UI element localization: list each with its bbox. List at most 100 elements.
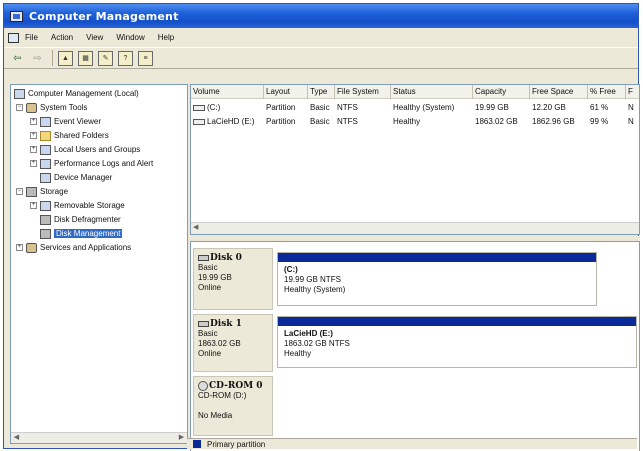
free-space-cell: 12.20 GB (532, 103, 566, 112)
tree-item-label: Local Users and Groups (54, 145, 141, 154)
expand-icon[interactable]: + (30, 146, 37, 153)
capacity-cell: 19.99 GB (475, 103, 509, 112)
tree-item-label: Disk Defragmenter (54, 215, 121, 224)
drive-icon (193, 104, 205, 111)
disk-state: Online (198, 283, 222, 292)
device-manager-icon (40, 172, 51, 183)
computer-management-window: Computer Management File Action View Win… (3, 3, 640, 451)
tree-item-removable-storage[interactable]: + Removable Storage (30, 199, 125, 212)
table-row[interactable]: LaCieHD (E:) Partition Basic NTFS Health… (191, 115, 639, 129)
percent-free-cell: 61 % (590, 103, 609, 112)
partition-detail: 1863.02 GB NTFS (284, 339, 350, 348)
column-header-layout[interactable]: Layout (264, 85, 308, 99)
forward-arrow-icon[interactable]: ⇨ (30, 51, 45, 66)
disk-name: CD-ROM 0 (198, 381, 268, 391)
title-bar[interactable]: Computer Management (4, 4, 638, 28)
show-hide-tree-icon[interactable]: ▦ (78, 50, 93, 66)
scroll-left-icon[interactable]: ◀ (193, 223, 198, 231)
column-header-status[interactable]: Status (391, 85, 473, 99)
partition-e[interactable]: LaCieHD (E:) 1863.02 GB NTFS Healthy (277, 316, 637, 368)
expand-icon[interactable]: + (30, 202, 37, 209)
disk-size (198, 401, 268, 411)
partition-name: (C:) (284, 265, 298, 274)
tree-item-performance-logs[interactable]: + Performance Logs and Alert (30, 157, 153, 170)
volume-list-horizontal-scrollbar[interactable]: ◀ (191, 222, 639, 234)
expand-icon[interactable]: + (30, 118, 37, 125)
expand-icon[interactable]: + (16, 244, 23, 251)
tree-item-computer-management[interactable]: Computer Management (Local) (14, 87, 139, 100)
collapse-icon[interactable]: − (16, 104, 23, 111)
back-arrow-icon[interactable]: ⇦ (10, 51, 25, 66)
disk-1-label[interactable]: Disk 1 Basic 1863.02 GB Online (193, 314, 273, 372)
partition-status: Healthy (System) (284, 285, 346, 294)
column-header-type[interactable]: Type (308, 85, 335, 99)
column-header-capacity[interactable]: Capacity (473, 85, 530, 99)
tree-horizontal-scrollbar[interactable]: ◀ ▶ (11, 432, 187, 443)
hard-disk-icon (198, 255, 209, 261)
tree-item-device-manager[interactable]: Device Manager (40, 171, 112, 184)
tools-icon (26, 102, 37, 113)
column-header-free-space[interactable]: Free Space (530, 85, 588, 99)
volume-name: LaCieHD (E:) (207, 117, 255, 126)
column-header-fault-tolerance[interactable]: F (626, 85, 639, 99)
scroll-left-icon[interactable]: ◀ (11, 433, 22, 443)
tree-item-system-tools[interactable]: − System Tools (16, 101, 87, 114)
properties-icon[interactable]: ✎ (98, 50, 113, 66)
partition-name: LaCieHD (E:) (284, 329, 333, 338)
column-header-file-system[interactable]: File System (335, 85, 391, 99)
menu-view[interactable]: View (86, 33, 103, 42)
collapse-icon[interactable]: − (16, 188, 23, 195)
tree-item-label: Services and Applications (40, 243, 132, 252)
tree-item-storage[interactable]: − Storage (16, 185, 68, 198)
scroll-right-icon[interactable]: ▶ (176, 433, 187, 443)
column-header-percent-free[interactable]: % Free (588, 85, 626, 99)
tree-item-local-users[interactable]: + Local Users and Groups (30, 143, 140, 156)
storage-icon (26, 186, 37, 197)
free-space-cell: 1862.96 GB (532, 117, 575, 126)
removable-storage-icon (40, 200, 51, 211)
menu-action[interactable]: Action (51, 33, 73, 42)
menu-window[interactable]: Window (116, 33, 144, 42)
computer-icon (14, 88, 25, 99)
volume-cell: LaCieHD (E:) (191, 115, 264, 129)
window-title: Computer Management (29, 9, 179, 23)
tree-item-shared-folders[interactable]: + Shared Folders (30, 129, 109, 142)
expand-icon[interactable]: + (30, 132, 37, 139)
cd-rom-0-label[interactable]: CD-ROM 0 CD-ROM (D:) No Media (193, 376, 273, 436)
legend-primary-label: Primary partition (207, 439, 266, 449)
expand-icon[interactable]: + (30, 160, 37, 167)
disk-graphical-view: Disk 0 Basic 19.99 GB Online (C:) 19.99 … (190, 241, 640, 451)
disk-0-label[interactable]: Disk 0 Basic 19.99 GB Online (193, 248, 273, 310)
disk-state: No Media (198, 411, 233, 420)
menu-file[interactable]: File (25, 33, 38, 42)
up-folder-icon[interactable]: ▲ (58, 50, 73, 66)
primary-partition-swatch (193, 440, 201, 448)
table-row[interactable]: (C:) Partition Basic NTFS Healthy (Syste… (191, 101, 639, 115)
fault-tolerance-cell: N (628, 117, 634, 126)
type-cell: Basic (310, 117, 330, 126)
help-icon[interactable]: ? (118, 50, 133, 66)
navigation-tree: Computer Management (Local) − System Too… (10, 84, 188, 444)
system-menu-icon[interactable] (8, 32, 19, 43)
partition-status: Healthy (284, 349, 312, 358)
tree-item-disk-management[interactable]: Disk Management (40, 227, 123, 240)
tree-item-services-applications[interactable]: + Services and Applications (16, 241, 131, 254)
tree-item-event-viewer[interactable]: + Event Viewer (30, 115, 101, 128)
disk-type: CD-ROM (D:) (198, 391, 247, 400)
partition-detail: 19.99 GB NTFS (284, 275, 341, 284)
export-icon[interactable]: ≡ (138, 50, 153, 66)
tree-item-disk-defragmenter[interactable]: Disk Defragmenter (40, 213, 121, 226)
users-icon (40, 144, 51, 155)
menu-bar: File Action View Window Help (4, 29, 638, 46)
menu-help[interactable]: Help (158, 33, 174, 42)
partition-c[interactable]: (C:) 19.99 GB NTFS Healthy (System) (277, 252, 597, 306)
status-cell: Healthy (System) (393, 103, 455, 112)
disk-size: 19.99 GB (198, 273, 232, 282)
type-cell: Basic (310, 103, 330, 112)
tree-item-label: Shared Folders (54, 131, 109, 140)
disk-name: Disk 1 (198, 319, 268, 329)
percent-free-cell: 99 % (590, 117, 609, 126)
layout-cell: Partition (266, 117, 296, 126)
volume-list: Volume Layout Type File System Status Ca… (190, 84, 640, 235)
column-header-volume[interactable]: Volume (191, 85, 264, 99)
